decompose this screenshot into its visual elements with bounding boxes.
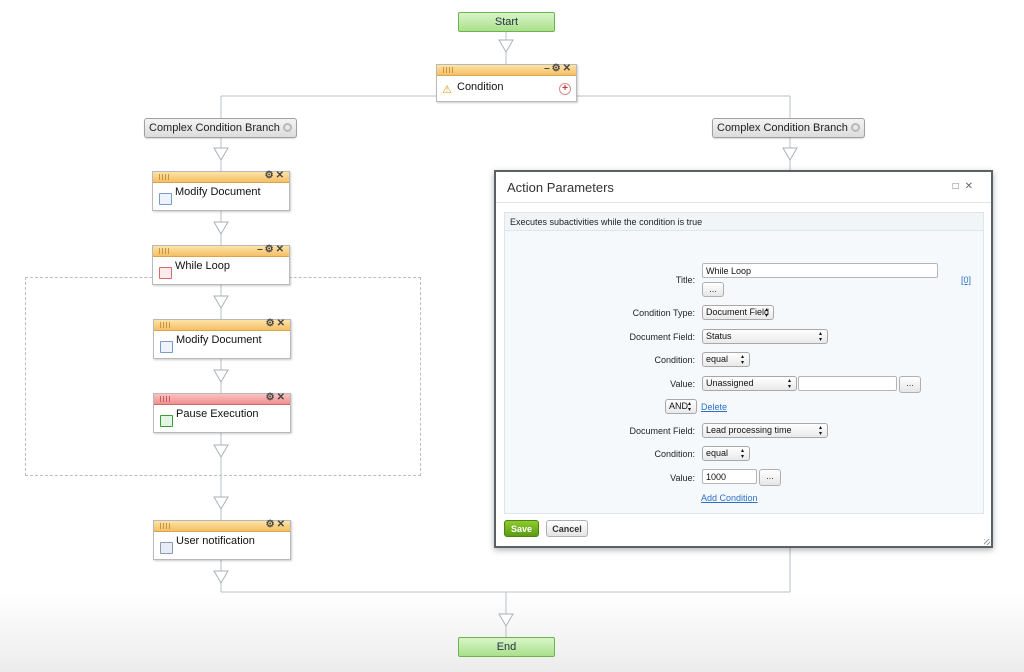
condition-label: Condition: (654, 355, 695, 365)
gear-icon[interactable]: ⚙ (266, 392, 277, 403)
value-label: Value: (670, 379, 695, 389)
minimize-icon[interactable]: – (544, 63, 552, 74)
edit-document-icon (160, 341, 173, 353)
value-2-ellipsis-button[interactable]: ... (759, 469, 781, 486)
document-field-2-select[interactable]: Lead processing time (702, 423, 828, 438)
minimize-icon[interactable]: – (257, 244, 265, 255)
arrow-icon (213, 221, 229, 235)
close-icon[interactable]: ✕ (276, 244, 286, 255)
arrow-icon (498, 39, 514, 53)
title-label: Title: (675, 275, 695, 285)
while-loop-activity[interactable]: –⚙✕ While Loop (152, 244, 290, 285)
gear-icon[interactable]: ⚙ (266, 318, 277, 329)
condition-label: Condition (457, 81, 504, 93)
value-ellipsis-button[interactable]: ... (899, 376, 921, 393)
value-2-label: Value: (670, 473, 695, 483)
save-button[interactable]: Save (504, 520, 539, 537)
drag-handle[interactable] (159, 174, 171, 180)
end-label: End (496, 641, 517, 653)
close-icon[interactable]: ✕ (965, 181, 979, 192)
close-icon[interactable]: ✕ (276, 170, 286, 181)
gear-icon[interactable] (282, 123, 292, 132)
drag-handle[interactable] (159, 248, 171, 254)
delete-link[interactable]: Delete (701, 402, 727, 412)
drag-handle[interactable] (160, 523, 172, 529)
activity-label: Modify Document (175, 186, 261, 198)
close-icon[interactable]: ✕ (277, 519, 287, 530)
plus-icon[interactable]: + (559, 83, 571, 95)
dialog-body: Executes subactivities while the conditi… (504, 212, 984, 514)
activity-label: While Loop (175, 260, 231, 272)
add-condition-link[interactable]: Add Condition (701, 493, 758, 503)
arrow-icon (213, 570, 229, 584)
arrow-icon (498, 613, 514, 627)
drag-handle[interactable] (443, 67, 455, 73)
dialog-description: Executes subactivities while the conditi… (505, 213, 983, 231)
gear-icon[interactable]: ⚙ (265, 170, 276, 181)
drag-handle[interactable] (160, 396, 172, 402)
arrow-icon (782, 147, 798, 161)
while-loop-container (25, 277, 421, 476)
close-icon[interactable]: ✕ (563, 63, 573, 74)
complex-condition-branch-right[interactable]: Complex Condition Branch (712, 118, 865, 138)
maximize-icon[interactable]: □ (953, 181, 965, 192)
activity-label: User notification (176, 535, 255, 547)
condition-2-select[interactable]: equal (702, 446, 750, 461)
loop-icon (159, 267, 172, 279)
start-label: Start (494, 16, 519, 28)
notification-icon (160, 542, 173, 554)
pause-execution-activity[interactable]: ⚙✕ Pause Execution (153, 392, 291, 433)
gear-icon[interactable] (850, 123, 860, 132)
branch-left-label: Complex Condition Branch (149, 122, 280, 134)
activity-header: –⚙✕ (437, 63, 576, 76)
drag-handle[interactable] (160, 322, 172, 328)
start-node[interactable]: Start (458, 12, 555, 32)
document-field-label: Document Field: (629, 332, 695, 342)
condition-activity[interactable]: –⚙✕ ⚠ Condition + (436, 63, 577, 102)
document-field-2-label: Document Field: (629, 426, 695, 436)
gear-icon[interactable]: ⚙ (266, 519, 277, 530)
value-select[interactable]: Unassigned (702, 376, 797, 391)
workflow-canvas: Start –⚙✕ ⚠ Condition + Complex Conditio… (0, 0, 1024, 672)
user-notification-activity[interactable]: ⚙✕ User notification (153, 519, 291, 560)
title-ellipsis-button[interactable]: ... (702, 282, 724, 297)
value-input[interactable] (798, 376, 897, 391)
resize-handle[interactable] (984, 539, 990, 545)
arrow-icon (213, 496, 229, 510)
dialog-title: Action Parameters (507, 180, 614, 195)
modify-document-activity-2[interactable]: ⚙✕ Modify Document (153, 318, 291, 359)
arrow-icon (213, 147, 229, 161)
cancel-button[interactable]: Cancel (546, 520, 588, 537)
condition-select[interactable]: equal (702, 352, 750, 367)
pause-icon (160, 415, 173, 427)
title-extra-link[interactable]: [0] (961, 275, 971, 285)
condition-2-label: Condition: (654, 449, 695, 459)
close-icon[interactable]: ✕ (277, 392, 287, 403)
value-2-input[interactable]: 1000 (702, 469, 757, 484)
branch-right-label: Complex Condition Branch (717, 122, 848, 134)
gear-icon[interactable]: ⚙ (552, 63, 563, 74)
operator-select[interactable]: AND (665, 399, 697, 414)
condition-icon: ⚠ (442, 84, 452, 96)
dialog-header[interactable]: Action Parameters □✕ (496, 172, 991, 203)
action-parameters-dialog: Action Parameters □✕ Executes subactivit… (494, 170, 993, 548)
gear-icon[interactable]: ⚙ (265, 244, 276, 255)
close-icon[interactable]: ✕ (277, 318, 287, 329)
modify-document-activity-1[interactable]: ⚙✕ Modify Document (152, 170, 290, 211)
activity-label: Pause Execution (176, 408, 259, 420)
title-input[interactable]: While Loop (702, 263, 938, 278)
complex-condition-branch-left[interactable]: Complex Condition Branch (144, 118, 297, 138)
end-node[interactable]: End (458, 637, 555, 657)
activity-label: Modify Document (176, 334, 262, 346)
document-field-select[interactable]: Status (702, 329, 828, 344)
edit-document-icon (159, 193, 172, 205)
condition-type-select[interactable]: Document Field (702, 305, 774, 320)
condition-type-label: Condition Type: (632, 308, 695, 318)
